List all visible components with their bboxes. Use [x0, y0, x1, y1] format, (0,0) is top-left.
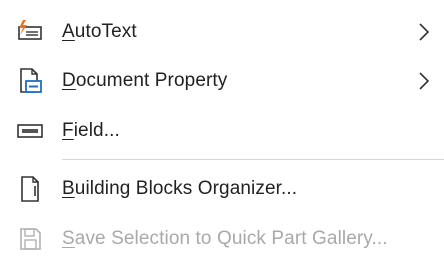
menu-divider [62, 159, 444, 160]
chevron-right-icon [418, 71, 430, 91]
chevron-right-icon [418, 22, 430, 42]
document-property-icon [15, 66, 45, 96]
menu-item-field[interactable]: Field... [0, 107, 444, 155]
menu-item-label: Field... [62, 120, 120, 141]
menu-item-label: AutoText [62, 21, 137, 42]
save-selection-icon [15, 224, 45, 254]
menu-item-label: Building Blocks Organizer... [62, 178, 298, 199]
menu-item-document-property[interactable]: Document Property [0, 57, 444, 105]
menu-item-save-selection: Save Selection to Quick Part Gallery... [0, 215, 444, 263]
menu-item-label: Document Property [62, 70, 228, 91]
menu-item-building-blocks-organizer[interactable]: Building Blocks Organizer... [0, 165, 444, 213]
menu-item-autotext[interactable]: AutoText [0, 8, 444, 56]
menu-item-label: Save Selection to Quick Part Gallery... [62, 228, 388, 249]
field-icon [15, 116, 45, 146]
building-blocks-icon [15, 174, 45, 204]
quick-parts-menu: AutoText Document Property Field... Buil… [0, 0, 444, 265]
autotext-icon [15, 17, 45, 47]
